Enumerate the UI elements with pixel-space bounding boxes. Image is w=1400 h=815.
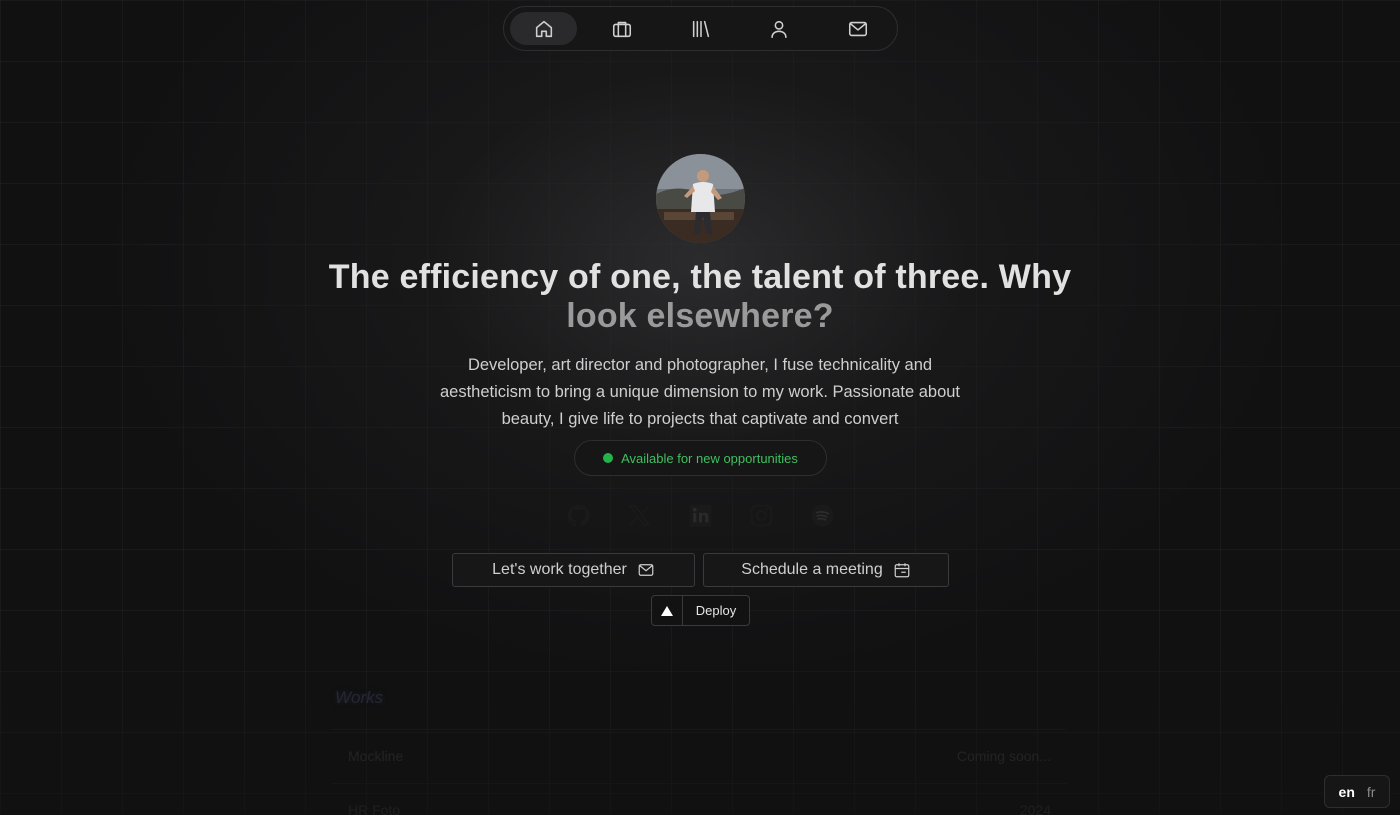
nav-library[interactable]	[667, 12, 734, 45]
profile-photo	[656, 154, 745, 243]
instagram-link[interactable]	[731, 495, 792, 535]
headline-main: The efficiency of one, the talent of thr…	[328, 258, 1072, 296]
headline-muted: look elsewhere?	[566, 297, 834, 335]
status-dot-icon	[603, 453, 614, 463]
work-name: Mockline	[348, 747, 404, 764]
deploy-button[interactable]: Deploy	[651, 595, 750, 626]
deploy-label: Deploy	[695, 603, 737, 618]
nav-works[interactable]	[589, 12, 656, 45]
schedule-meeting-button[interactable]: Schedule a meeting	[703, 553, 949, 587]
work-status: Coming soon...	[956, 747, 1051, 764]
x-icon	[628, 504, 651, 526]
briefcase-icon	[612, 21, 632, 37]
nav-about[interactable]	[746, 12, 813, 45]
lang-fr[interactable]: fr	[1367, 784, 1376, 800]
work-row[interactable]: HR Foto 2024	[332, 783, 1067, 815]
github-icon	[567, 504, 590, 526]
work-row[interactable]: Mockline Coming soon...	[332, 729, 1067, 781]
top-navigation	[503, 6, 898, 51]
avatar	[656, 154, 745, 243]
schedule-meeting-label: Schedule a meeting	[741, 561, 883, 578]
social-links	[548, 495, 853, 535]
lang-en[interactable]: en	[1339, 784, 1355, 800]
calendar-icon	[894, 563, 910, 578]
mail-icon	[848, 21, 867, 36]
works-heading: Works	[335, 688, 384, 707]
vercel-triangle-icon	[652, 596, 683, 625]
language-switcher: en fr	[1324, 775, 1390, 808]
library-icon	[692, 20, 709, 37]
mail-icon	[638, 564, 654, 576]
instagram-icon	[750, 504, 773, 526]
user-icon	[771, 20, 787, 38]
linkedin-icon	[689, 504, 712, 526]
x-link[interactable]	[609, 495, 670, 535]
work-status: 2024	[1019, 801, 1051, 815]
linkedin-link[interactable]	[670, 495, 731, 535]
hero-headline: The efficiency of one, the talent of thr…	[300, 258, 1100, 336]
availability-text: Available for new opportunities	[621, 450, 798, 466]
availability-badge: Available for new opportunities	[574, 440, 827, 476]
hero-intro: Developer, art director and photographer…	[439, 356, 961, 428]
github-link[interactable]	[548, 495, 609, 535]
work-together-label: Let's work together	[492, 561, 627, 578]
spotify-icon	[811, 504, 834, 526]
nav-home[interactable]	[510, 12, 577, 45]
work-together-button[interactable]: Let's work together	[452, 553, 695, 587]
work-name: HR Foto	[348, 801, 401, 815]
spotify-link[interactable]	[792, 495, 853, 535]
home-icon	[535, 20, 552, 37]
nav-contact[interactable]	[824, 12, 891, 45]
